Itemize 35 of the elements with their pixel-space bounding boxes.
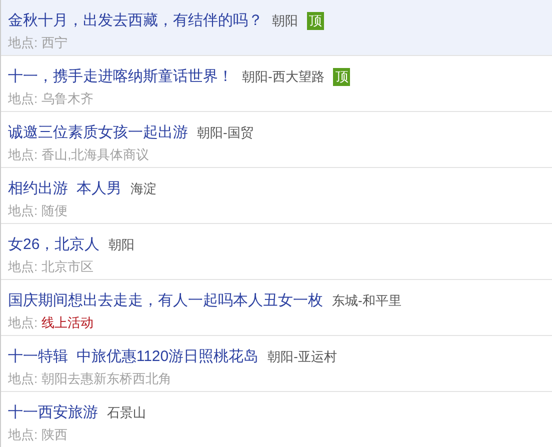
place-label: 地点:	[8, 34, 38, 52]
place-label: 地点:	[8, 426, 38, 444]
district-label: 石景山	[107, 404, 146, 422]
place-value: 朝阳去惠新东桥西北角	[42, 370, 172, 388]
listing-title-link[interactable]: 十一特辑 中旅优惠1120游日照桃花岛	[8, 346, 259, 368]
place-label: 地点:	[8, 146, 38, 164]
place-value: 西宁	[42, 34, 68, 52]
place-label: 地点:	[8, 314, 38, 332]
district-label: 朝阳-国贸	[197, 124, 254, 142]
district-label: 朝阳-西大望路	[242, 68, 324, 86]
listing-title-link[interactable]: 相约出游 本人男	[8, 178, 122, 200]
place-value: 北京市区	[42, 258, 94, 276]
place-value: 随便	[42, 202, 68, 220]
listing-row[interactable]: 金秋十月，出发去西藏，有结伴的吗？ 朝阳 顶 地点: 西宁	[1, 0, 552, 56]
district-label: 朝阳	[108, 236, 135, 254]
place-label: 地点:	[8, 370, 38, 388]
place-label: 地点:	[8, 202, 38, 220]
listing-title-link[interactable]: 十一，携手走进喀纳斯童话世界！	[8, 66, 233, 88]
pinned-badge: 顶	[333, 68, 350, 86]
place-value: 乌鲁木齐	[42, 90, 94, 108]
district-label: 海淀	[130, 180, 156, 198]
district-label: 朝阳-亚运村	[268, 348, 337, 366]
place-label: 地点:	[8, 90, 38, 108]
listing-title-link[interactable]: 诚邀三位素质女孩一起出游	[8, 122, 188, 144]
listing-title-link[interactable]: 国庆期间想出去走走，有人一起吗本人丑女一枚	[8, 290, 323, 312]
listing-title-link[interactable]: 女26，北京人	[8, 234, 100, 256]
place-value: 线上活动	[42, 314, 94, 332]
listing-title-link[interactable]: 十一西安旅游	[8, 402, 98, 424]
place-value: 香山,北海具体商议	[42, 146, 150, 164]
district-label: 朝阳	[272, 12, 298, 30]
district-label: 东城-和平里	[332, 292, 402, 310]
place-label: 地点:	[8, 258, 38, 276]
listing-title-link[interactable]: 金秋十月，出发去西藏，有结伴的吗？	[8, 10, 263, 32]
pinned-badge: 顶	[307, 12, 324, 30]
place-value: 陕西	[42, 426, 68, 444]
